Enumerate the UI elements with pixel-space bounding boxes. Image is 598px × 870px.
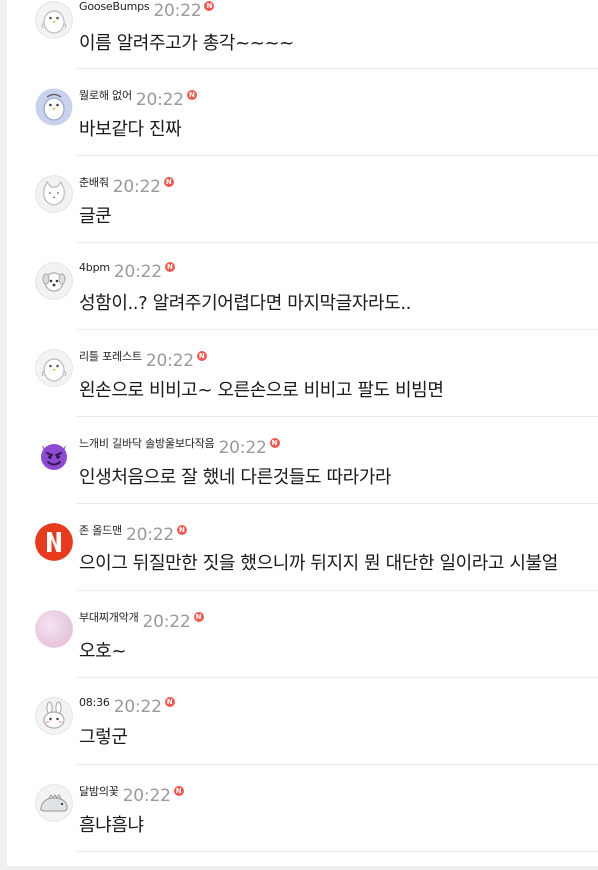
comment-time: 20:22 [113,262,162,282]
author-name[interactable]: 뭘로해 없어 [79,89,132,102]
divider [76,590,598,591]
penguin-avatar-icon[interactable] [35,349,73,387]
comment-time: 20:22 [125,525,174,545]
divider [76,764,598,765]
rabbit-avatar-icon[interactable] [35,697,73,735]
comment-meta: 느개비 길바닥 솔방울보다작음 20:22 N [79,435,280,459]
dog-avatar-icon[interactable] [35,262,73,300]
new-badge: N [204,1,215,11]
new-badge: N [186,90,197,100]
divider [76,329,598,330]
comment-item: 존 올드맨 20:22 N 으이그 뒤질만한 짓을 했으니까 뒤지지 뭔 대단한 일… [7,522,598,609]
comment-meta: 뭘로해 없어 20:22 N [79,87,197,111]
comment-text: 글쿤 [79,206,112,227]
author-name[interactable]: 느개비 길바닥 솔방울보다작음 [79,437,215,450]
comment-text: 왼손으로 비비고~ 오른손으로 비비고 팔도 비빔면 [79,380,444,401]
author-name[interactable]: 4bpm [79,261,110,274]
comment-text: 바보같다 진짜 [79,119,182,140]
comment-text: 성함이..? 알려주기어렵다면 마지막글자라도.. [79,293,411,314]
comment-text: 이름 알려주고가 총각~~~~ [79,33,294,54]
comment-item: 달밤의꽃 20:22 N 흠냐흠냐 [7,783,598,870]
comment-time: 20:22 [112,177,161,197]
penguin-avatar-icon[interactable] [35,1,73,39]
new-badge: N [164,697,175,707]
comment-item: GooseBumps 20:22 N 이름 알려주고가 총각~~~~ [7,0,598,87]
comment-item: 4bpm 20:22 N 성함이..? 알려주기어렵다면 마지막글자라도.. [7,261,598,348]
comment-meta: 리틀 포레스트 20:22 N [79,348,207,372]
comment-meta: 춘배줘 20:22 N [79,174,174,198]
comment-meta: 08:36 20:22 N [79,696,175,720]
comment-meta: 존 올드맨 20:22 N [79,522,187,546]
divider [76,68,598,69]
new-badge: N [176,525,187,535]
comment-text: 인생처음으로 잘 했네 다른것들도 따라가라 [79,467,392,488]
new-badge: N [173,786,184,796]
comment-time: 20:22 [113,697,162,717]
new-badge: N [163,177,174,187]
author-name[interactable]: 리틀 포레스트 [79,350,142,363]
author-name[interactable]: 달밤의꽃 [79,785,119,798]
comment-text: 오호~ [79,641,127,662]
comment-item: 뭘로해 없어 20:22 N 바보같다 진짜 [7,87,598,174]
author-name[interactable]: 존 올드맨 [79,524,122,537]
comment-time: 20:22 [142,612,191,632]
divider [76,677,598,678]
comment-time: 20:22 [135,90,184,110]
divider [76,503,598,504]
comment-time: 20:22 [218,438,267,458]
divider [76,242,598,243]
comment-text: 흠냐흠냐 [79,815,144,836]
comment-item: 리틀 포레스트 20:22 N 왼손으로 비비고~ 오른손으로 비비고 팔도 비빔면 [7,348,598,435]
comment-item: 08:36 20:22 N 그렇군 [7,696,598,783]
pink-circle-avatar-icon[interactable] [35,610,73,648]
comment-text: 그렇군 [79,727,128,748]
new-badge: N [193,612,204,622]
comment-text: 으이그 뒤질만한 짓을 했으니까 뒤지지 뭔 대단한 일이라고 시불얼 [79,553,558,574]
comment-meta: GooseBumps 20:22 N [79,0,215,24]
comment-list: GooseBumps 20:22 N 이름 알려주고가 총각~~~~ 뭘로해 없어 2… [7,0,598,866]
author-name[interactable]: GooseBumps [79,0,150,13]
author-name[interactable]: 부대찌개악개 [79,611,139,624]
netflix-logo-avatar-icon[interactable] [35,523,73,561]
author-name[interactable]: 춘배줘 [79,176,109,189]
comment-time: 20:22 [153,1,202,21]
comment-time: 20:22 [145,351,194,371]
new-badge: N [196,351,207,361]
new-badge: N [164,262,175,272]
devil-emoji-avatar-icon[interactable] [35,436,73,474]
comment-meta: 4bpm 20:22 N [79,261,175,285]
comment-meta: 달밤의꽃 20:22 N [79,783,184,807]
comment-item: 느개비 길바닥 솔방울보다작음 20:22 N 인생처음으로 잘 했네 다른것들도 … [7,435,598,522]
comment-time: 20:22 [122,786,171,806]
cat-avatar-icon[interactable] [35,175,73,213]
divider [76,416,598,417]
comment-meta: 부대찌개악개 20:22 N [79,609,204,633]
author-name[interactable]: 08:36 [79,696,110,709]
divider [76,155,598,156]
dinosaur-avatar-icon[interactable] [35,784,73,822]
new-badge: N [269,438,280,448]
penguin-blue-avatar-icon[interactable] [35,88,73,126]
comment-item: 춘배줘 20:22 N 글쿤 [7,174,598,261]
divider [76,851,598,852]
comment-item: 부대찌개악개 20:22 N 오호~ [7,609,598,696]
